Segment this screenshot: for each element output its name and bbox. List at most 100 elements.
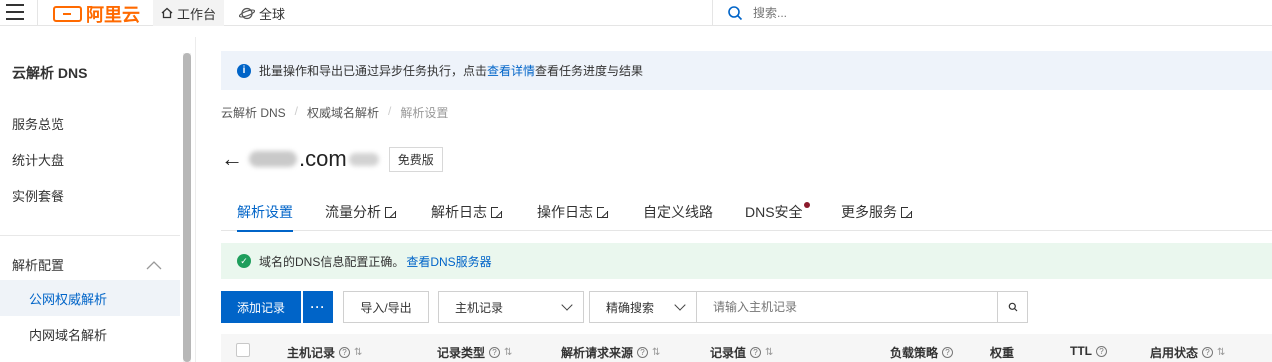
column-record-value[interactable]: 记录值? ⇅	[710, 344, 773, 361]
sidebar-item-private-zone[interactable]: 内网域名解析	[0, 316, 180, 352]
tab-label: DNS安全	[745, 204, 803, 220]
record-filter-input[interactable]	[713, 300, 993, 314]
global-label: 全球	[259, 6, 286, 22]
region-global-button[interactable]: 全球	[239, 0, 285, 26]
redacted-domain-suffix	[348, 152, 379, 166]
notice-text-before: 批量操作和导出已通过异步任务执行，点击	[259, 64, 488, 78]
search-icon	[1008, 302, 1017, 312]
global-search[interactable]	[712, 0, 1272, 26]
column-request-source[interactable]: 解析请求来源? ⇅	[561, 344, 660, 361]
more-actions-button[interactable]: ···	[303, 291, 333, 323]
tab-custom-lines[interactable]: 自定义线路	[643, 193, 713, 231]
chevron-down-icon	[674, 299, 686, 311]
back-arrow-icon[interactable]: ←	[221, 148, 243, 170]
check-circle-icon: ✓	[237, 254, 251, 268]
domain-name: .com	[299, 146, 347, 171]
tab-label: 流量分析	[325, 204, 381, 220]
column-host-record[interactable]: 主机记录? ⇅	[287, 344, 362, 361]
info-icon: i	[237, 63, 251, 78]
scrollbar-thumb[interactable]	[183, 53, 191, 362]
breadcrumb-item-current: 解析设置	[400, 106, 449, 120]
topbar-divider	[37, 0, 38, 26]
help-icon[interactable]: ?	[489, 347, 501, 358]
help-icon[interactable]: ?	[339, 347, 351, 358]
add-record-button[interactable]: 添加记录	[221, 291, 301, 323]
help-icon[interactable]: ?	[1202, 347, 1214, 358]
search-mode-value: 精确搜索	[606, 300, 655, 315]
records-table-header: 主机记录? ⇅ 记录类型? ⇅ 解析请求来源? ⇅ 记录值? ⇅ 负载策略? 权重 TT…	[221, 334, 1272, 362]
field-select[interactable]: 主机记录	[438, 291, 584, 323]
sidebar-scrollbar[interactable]	[183, 53, 191, 362]
tab-label: 更多服务	[841, 204, 897, 220]
filter-search-button[interactable]	[997, 291, 1028, 323]
view-details-link[interactable]: 查看详情	[487, 64, 535, 78]
home-icon	[161, 7, 173, 19]
sidebar-item-overview[interactable]: 服务总览	[12, 114, 64, 133]
globe-icon	[239, 7, 255, 19]
record-toolbar: 添加记录 ··· 导入/导出 主机记录 精确搜索	[221, 291, 1272, 323]
column-label: 权重	[990, 346, 1015, 360]
sidebar-group-resolution-config[interactable]: 解析配置	[12, 255, 162, 274]
column-ttl[interactable]: TTL?	[1070, 344, 1107, 358]
column-label: TTL	[1070, 344, 1092, 358]
sidebar: 云解析 DNS 服务总览 统计大盘 实例套餐 解析配置 公网权威解析 内网域名解…	[0, 37, 196, 362]
sort-icon[interactable]: ⇅	[504, 347, 512, 358]
sort-icon[interactable]: ⇅	[1217, 347, 1225, 358]
dns-status-text: 域名的DNS信息配置正确。	[259, 254, 405, 269]
help-icon[interactable]: ?	[750, 347, 762, 358]
record-filter	[697, 291, 997, 323]
search-mode-select[interactable]: 精确搜索	[589, 291, 697, 323]
notice-text: 批量操作和导出已通过异步任务执行，点击查看详情查看任务进度与结果	[259, 62, 643, 79]
sidebar-item-instances[interactable]: 实例套餐	[12, 186, 64, 205]
help-icon[interactable]: ?	[1096, 345, 1107, 357]
column-weight: 权重	[990, 344, 1014, 361]
sidebar-item-label: 公网权威解析	[29, 291, 108, 307]
select-all-checkbox[interactable]	[236, 343, 250, 357]
view-dns-servers-link[interactable]: 查看DNS服务器	[406, 253, 491, 270]
sidebar-item-public-authoritative[interactable]: 公网权威解析	[0, 280, 180, 316]
breadcrumb-separator: /	[388, 104, 392, 118]
sort-icon[interactable]: ⇅	[354, 347, 362, 358]
menu-icon[interactable]	[6, 4, 24, 20]
import-export-button[interactable]: 导入/导出	[343, 291, 429, 323]
tab-operation-log[interactable]: 操作日志	[537, 193, 610, 231]
tab-resolution-settings[interactable]: 解析设置	[237, 193, 293, 232]
sidebar-item-label: 内网域名解析	[29, 327, 108, 343]
column-label: 解析请求来源	[561, 346, 634, 360]
async-task-notice: i 批量操作和导出已通过异步任务执行，点击查看详情查看任务进度与结果	[221, 51, 1272, 90]
sidebar-group-label: 解析配置	[12, 258, 65, 273]
column-record-type[interactable]: 记录类型? ⇅	[437, 344, 512, 361]
tab-label: 操作日志	[537, 204, 593, 220]
aliyun-logo[interactable]: 阿里云	[53, 1, 140, 27]
breadcrumb-separator: /	[294, 104, 299, 118]
search-input[interactable]	[753, 6, 1053, 20]
workbench-button[interactable]: 工作台	[153, 0, 225, 26]
breadcrumb: 云解析 DNS / 权威域名解析 / 解析设置	[221, 104, 448, 121]
tab-traffic-analysis[interactable]: 流量分析	[325, 193, 398, 231]
column-enabled-status[interactable]: 启用状态? ⇅	[1150, 344, 1225, 361]
notice-text-after: 查看任务进度与结果	[535, 64, 644, 78]
edition-badge: 免费版	[388, 146, 443, 172]
help-icon[interactable]: ?	[637, 347, 649, 358]
help-icon[interactable]: ?	[942, 347, 954, 358]
field-select-value: 主机记录	[455, 300, 504, 315]
tab-resolution-log[interactable]: 解析日志	[431, 193, 504, 231]
external-link-icon	[597, 204, 610, 218]
external-link-icon	[901, 204, 914, 218]
sort-icon[interactable]: ⇅	[765, 347, 773, 358]
main-content: i 批量操作和导出已通过异步任务执行，点击查看详情查看任务进度与结果 云解析 D…	[197, 37, 1272, 362]
top-navigation-bar: 阿里云 工作台 全球	[0, 0, 1272, 26]
external-link-icon	[491, 204, 504, 218]
column-label: 主机记录	[287, 346, 336, 360]
breadcrumb-item-authoritative[interactable]: 权威域名解析	[307, 104, 379, 121]
sidebar-item-dashboard[interactable]: 统计大盘	[12, 150, 64, 169]
sort-icon[interactable]: ⇅	[652, 347, 660, 358]
tab-dns-security[interactable]: DNS安全	[745, 193, 810, 231]
redacted-domain-prefix	[249, 151, 297, 167]
active-tab-indicator	[237, 230, 293, 232]
column-load-strategy[interactable]: 负载策略?	[890, 344, 954, 361]
tab-more-services[interactable]: 更多服务	[841, 193, 914, 231]
column-label: 记录类型	[437, 346, 486, 360]
breadcrumb-item-dns[interactable]: 云解析 DNS	[221, 104, 286, 121]
logo-text: 阿里云	[86, 5, 140, 25]
